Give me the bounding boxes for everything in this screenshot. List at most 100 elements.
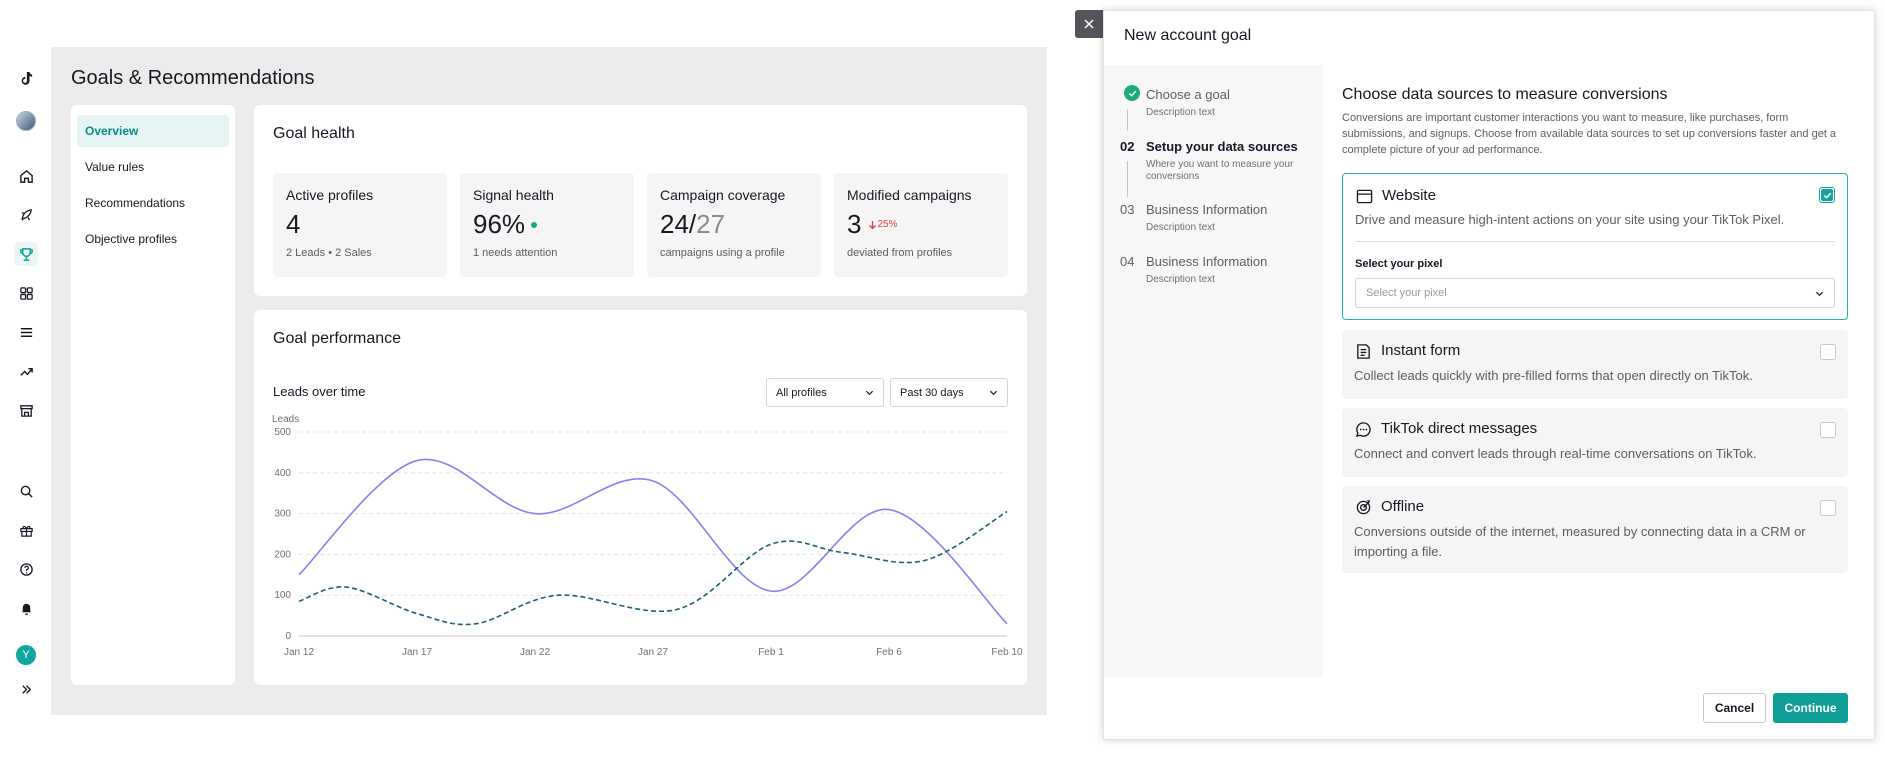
drawer-title: New account goal bbox=[1124, 27, 1252, 44]
profiles-select-value: All profiles bbox=[776, 386, 827, 399]
website-checkbox[interactable] bbox=[1819, 187, 1835, 203]
source-tiktok-dm[interactable]: TikTok direct messages Connect and conve… bbox=[1342, 408, 1848, 477]
pixel-select[interactable]: Select your pixel bbox=[1355, 278, 1835, 308]
search-icon[interactable] bbox=[14, 479, 38, 503]
goal-performance-card: Goal performance Leads over time All pro… bbox=[254, 310, 1027, 685]
y-tick-label: 0 bbox=[285, 631, 291, 642]
step-number: 02 bbox=[1120, 139, 1135, 154]
pixel-label: Select your pixel bbox=[1355, 258, 1443, 270]
gift-icon[interactable] bbox=[14, 518, 38, 542]
chart-title: Leads over time bbox=[273, 384, 366, 399]
avatar[interactable] bbox=[16, 111, 36, 131]
step-title: Setup your data sources bbox=[1146, 139, 1298, 154]
help-icon[interactable] bbox=[14, 557, 38, 581]
metric-sub: campaigns using a profile bbox=[660, 247, 785, 259]
step-desc: Description text bbox=[1146, 107, 1215, 118]
step-complete-check-icon bbox=[1124, 85, 1140, 101]
continue-button[interactable]: Continue bbox=[1773, 693, 1848, 723]
home-icon[interactable] bbox=[14, 164, 38, 188]
x-tick-label: Feb 6 bbox=[876, 647, 902, 658]
close-icon bbox=[1084, 19, 1094, 29]
goal-health-title: Goal health bbox=[273, 125, 355, 142]
step-number: 04 bbox=[1120, 254, 1135, 269]
metric-value-text: 3 bbox=[847, 209, 862, 239]
stepper: Choose a goal Description text 02 Setup … bbox=[1104, 65, 1323, 677]
arrow-down-icon bbox=[869, 220, 877, 229]
source-desc: Collect leads quickly with pre-filled fo… bbox=[1354, 368, 1753, 383]
metric-title: Modified campaigns bbox=[847, 187, 972, 203]
y-axis-label: Leads bbox=[272, 414, 299, 425]
user-avatar[interactable]: Y bbox=[16, 645, 36, 665]
step-title: Choose a goal bbox=[1146, 87, 1230, 102]
source-title: Instant form bbox=[1381, 342, 1461, 359]
chevron-down-icon bbox=[989, 390, 998, 396]
y-tick-label: 500 bbox=[274, 427, 291, 438]
date-range-select-value: Past 30 days bbox=[900, 386, 964, 399]
source-desc: Conversions outside of the internet, mea… bbox=[1354, 524, 1806, 559]
source-offline[interactable]: Offline Conversions outside of the inter… bbox=[1342, 486, 1848, 573]
metric-title: Active profiles bbox=[286, 187, 374, 203]
series-line-1 bbox=[298, 458, 1008, 625]
status-dot-icon bbox=[531, 221, 538, 228]
tiktok-dm-checkbox[interactable] bbox=[1820, 422, 1836, 438]
pixel-select-placeholder: Select your pixel bbox=[1366, 287, 1447, 299]
metric-value: 3 25% bbox=[847, 209, 995, 240]
list-icon[interactable] bbox=[14, 320, 38, 344]
series-line-2 bbox=[298, 510, 1008, 626]
step-title: Business Information bbox=[1146, 202, 1268, 217]
subnav-item-objective-profiles[interactable]: Objective profiles bbox=[77, 223, 229, 255]
store-icon[interactable] bbox=[14, 398, 38, 422]
grid-icon[interactable] bbox=[14, 281, 38, 305]
x-tick-label: Feb 1 bbox=[758, 647, 784, 658]
subnav-item-overview[interactable]: Overview bbox=[77, 115, 229, 147]
expand-icon[interactable] bbox=[14, 677, 38, 701]
metric-signal-health: Signal health 96% 1 needs attention bbox=[460, 173, 634, 277]
metric-campaign-coverage: Campaign coverage 24/27 campaigns using … bbox=[647, 173, 821, 277]
tiktok-logo-icon[interactable] bbox=[14, 66, 38, 90]
form-icon bbox=[1354, 342, 1372, 360]
x-tick-label: Jan 27 bbox=[638, 647, 668, 658]
trend-icon[interactable] bbox=[14, 359, 38, 383]
source-instant-form[interactable]: Instant form Collect leads quickly with … bbox=[1342, 330, 1848, 399]
metric-value-text: 4 bbox=[286, 209, 301, 239]
y-tick-label: 300 bbox=[274, 509, 291, 520]
x-tick-label: Jan 17 bbox=[402, 647, 432, 658]
rocket-icon[interactable] bbox=[14, 203, 38, 227]
chat-icon bbox=[1354, 420, 1372, 438]
subnav: Overview Value rules Recommendations Obj… bbox=[71, 105, 235, 685]
left-rail: Y bbox=[0, 0, 52, 761]
source-title: Website bbox=[1382, 187, 1436, 204]
close-drawer-button[interactable] bbox=[1075, 10, 1103, 38]
profiles-select[interactable]: All profiles bbox=[766, 378, 884, 407]
checkmark-icon bbox=[1823, 192, 1831, 199]
trophy-icon[interactable] bbox=[14, 242, 38, 266]
subnav-item-value-rules[interactable]: Value rules bbox=[77, 151, 229, 183]
offline-checkbox[interactable] bbox=[1820, 500, 1836, 516]
instant-form-checkbox[interactable] bbox=[1820, 344, 1836, 360]
divider bbox=[1355, 241, 1835, 242]
x-tick-label: Jan 12 bbox=[284, 647, 314, 658]
leads-chart: Leads 0 100 200 300 400 500 Jan 12 Jan 17 Jan 22 J… bbox=[272, 414, 1023, 658]
step-connector bbox=[1127, 161, 1128, 197]
metric-sub: deviated from profiles bbox=[847, 247, 953, 259]
content-description: Conversions are important customer inter… bbox=[1342, 112, 1837, 156]
date-range-select[interactable]: Past 30 days bbox=[890, 378, 1008, 407]
step-desc: Description text bbox=[1146, 274, 1215, 285]
source-title: TikTok direct messages bbox=[1381, 420, 1538, 437]
source-website[interactable]: Website Drive and measure high-intent ac… bbox=[1342, 173, 1848, 320]
cancel-button[interactable]: Cancel bbox=[1703, 693, 1766, 723]
source-desc: Connect and convert leads through real-t… bbox=[1354, 446, 1757, 461]
source-title: Offline bbox=[1381, 498, 1425, 515]
bell-icon[interactable] bbox=[14, 596, 38, 620]
chevron-down-icon bbox=[1815, 291, 1824, 296]
subnav-item-recommendations[interactable]: Recommendations bbox=[77, 187, 229, 219]
step-number: 03 bbox=[1120, 202, 1135, 217]
metric-title: Signal health bbox=[473, 187, 554, 203]
step-connector bbox=[1127, 109, 1128, 131]
metric-delta: 25% bbox=[868, 219, 897, 230]
metric-sub: 1 needs attention bbox=[473, 247, 558, 259]
x-tick-label: Feb 10 bbox=[991, 647, 1023, 658]
metric-value-total: 27 bbox=[696, 209, 726, 239]
browser-icon bbox=[1355, 187, 1373, 205]
metric-value: 4 bbox=[286, 209, 434, 240]
